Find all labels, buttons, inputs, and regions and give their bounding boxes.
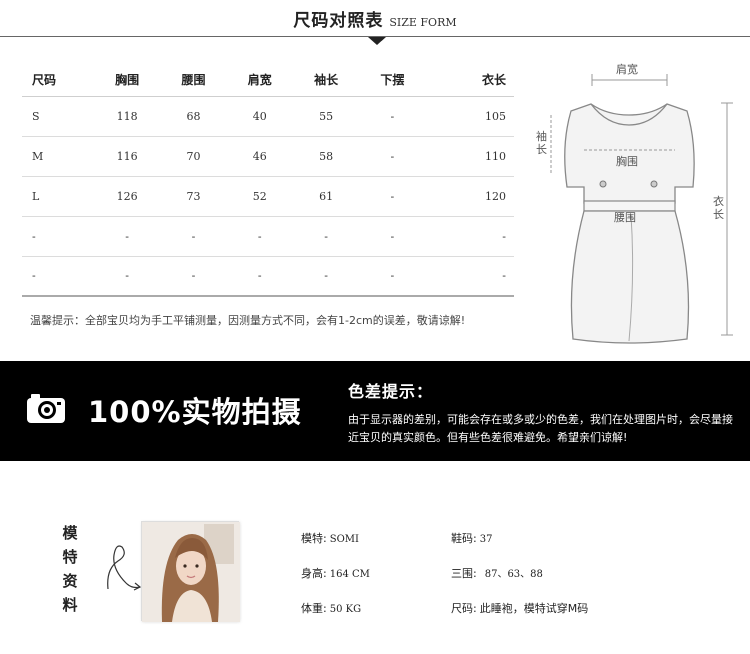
table-cell: - [359, 256, 426, 297]
table-cell: 126 [94, 176, 161, 217]
table-cell: - [359, 176, 426, 217]
table-cell: - [22, 216, 94, 257]
model-name-value: SOMI [329, 534, 359, 545]
model-weight: 体重: 50 KG [301, 600, 361, 616]
table-cell: 105 [425, 96, 514, 137]
size-table-col-header: 肩宽 [226, 64, 293, 97]
header-pointer [368, 37, 386, 45]
model-info-title: 模 特 资 料 [60, 521, 80, 617]
size-table: 尺码 胸围 腰围 肩宽 袖长 下摆 衣长 S 118 68 40 55-105 M 116 70 46 58-… [22, 64, 514, 297]
photo-notice-banner: 100%实物拍摄 色差提示： 由于显示器的差别，可能会存在或多或少的色差，我们在… [0, 361, 750, 461]
table-cell: 110 [425, 136, 514, 177]
model-height-value: 164 CM [329, 569, 370, 580]
model-title-char: 模 [62, 524, 78, 542]
model-shoe-label: 鞋码: [451, 532, 477, 545]
model-measure-value: 87、63、88 [484, 569, 543, 580]
model-size-value: 此睡袍，模特试穿M码 [479, 602, 589, 615]
model-portrait [142, 522, 240, 622]
size-table-col-header: 衣长 [425, 64, 514, 97]
table-cell: - [292, 256, 360, 297]
size-form-header: 尺码对照表 SIZE FORM [0, 0, 750, 46]
table-cell: 120 [425, 176, 514, 217]
model-info: 模 特 资 料 模特: SOMI 身高: 164 CM 体重: 50 KG 鞋码: 37… [0, 461, 750, 654]
table-cell: 61 [292, 176, 360, 217]
table-cell: L [22, 176, 94, 217]
table-cell: - [359, 216, 426, 257]
table-cell: - [160, 256, 227, 297]
table-cell: - [94, 216, 161, 257]
table-row: ------- [22, 256, 514, 297]
size-tip: 温馨提示：全部宝贝均为手工平铺测量，因测量方式不同，会有1-2cm的误差，敬请谅… [30, 314, 466, 327]
table-row: S 118 68 40 55-105 [22, 96, 514, 137]
bust-label: 胸围 [616, 155, 638, 168]
table-cell: - [292, 216, 360, 257]
model-shoe-size: 鞋码: 37 [451, 530, 492, 546]
color-notice-body: 由于显示器的差别，可能会存在或多或少的色差，我们在处理图片时，会尽量接近宝贝的真… [348, 413, 733, 444]
table-cell: 55 [292, 96, 360, 137]
model-size: 尺码: 此睡袍，模特试穿M码 [451, 600, 588, 616]
curl-arrow-icon [107, 545, 142, 591]
model-weight-value: 50 KG [329, 604, 362, 615]
garment-diagram: 肩宽 袖长 胸围 腰围 衣长 [527, 55, 745, 353]
model-weight-label: 体重: [301, 602, 327, 615]
table-cell: - [359, 96, 426, 137]
length-label: 衣长 [713, 195, 724, 221]
table-cell: - [226, 216, 293, 257]
model-size-label: 尺码: [451, 602, 477, 615]
table-cell: 40 [226, 96, 293, 137]
table-cell: 58 [292, 136, 360, 177]
table-cell: 46 [226, 136, 293, 177]
size-table-col-header: 袖长 [292, 64, 360, 97]
table-row: M 116 70 46 58-110 [22, 136, 514, 177]
size-table-col-header: 下摆 [359, 64, 426, 97]
color-notice-title: 色差提示： [348, 382, 434, 401]
table-cell: - [226, 256, 293, 297]
shoulder-label: 肩宽 [616, 63, 638, 76]
model-measurements: 三围: 87、63、88 [451, 565, 543, 581]
table-cell: - [22, 256, 94, 297]
table-cell: - [425, 256, 514, 297]
table-cell: - [359, 136, 426, 177]
size-table-col-header: 尺码 [22, 64, 94, 97]
table-cell: S [22, 96, 94, 137]
table-cell: M [22, 136, 94, 177]
table-cell: 70 [160, 136, 227, 177]
camera-icon [27, 394, 65, 423]
size-table-header: 尺码 胸围 腰围 肩宽 袖长 下摆 衣长 [22, 64, 514, 97]
model-height: 身高: 164 CM [301, 565, 370, 581]
banner-slogan: 100%实物拍摄 [88, 395, 302, 429]
table-row: ------- [22, 216, 514, 257]
size-table-body: S 118 68 40 55-105 M 116 70 46 58-110 L 126 73 52 61-1… [22, 96, 514, 297]
model-name: 模特: SOMI [301, 530, 359, 546]
size-table-col-header: 胸围 [94, 64, 161, 97]
model-name-label: 模特: [301, 532, 327, 545]
title-en: SIZE FORM [389, 16, 457, 29]
model-title-char: 资 [62, 572, 78, 590]
waist-label: 腰围 [614, 211, 636, 224]
table-cell: 118 [94, 96, 161, 137]
table-cell: - [425, 216, 514, 257]
size-table-col-header: 腰围 [160, 64, 227, 97]
table-cell: 116 [94, 136, 161, 177]
table-cell: 73 [160, 176, 227, 217]
model-shoe-value: 37 [479, 534, 493, 545]
model-title-char: 特 [62, 548, 78, 566]
table-cell: - [94, 256, 161, 297]
model-measure-label: 三围: [451, 567, 477, 580]
title-cn: 尺码对照表 [293, 11, 384, 31]
model-photo [141, 521, 240, 622]
model-height-label: 身高: [301, 567, 327, 580]
page-title: 尺码对照表 SIZE FORM [0, 6, 750, 31]
table-cell: 52 [226, 176, 293, 217]
model-title-char: 料 [62, 596, 78, 614]
table-cell: 68 [160, 96, 227, 137]
table-row: L 126 73 52 61-120 [22, 176, 514, 217]
table-cell: - [160, 216, 227, 257]
sleeve-label: 袖长 [536, 130, 547, 156]
